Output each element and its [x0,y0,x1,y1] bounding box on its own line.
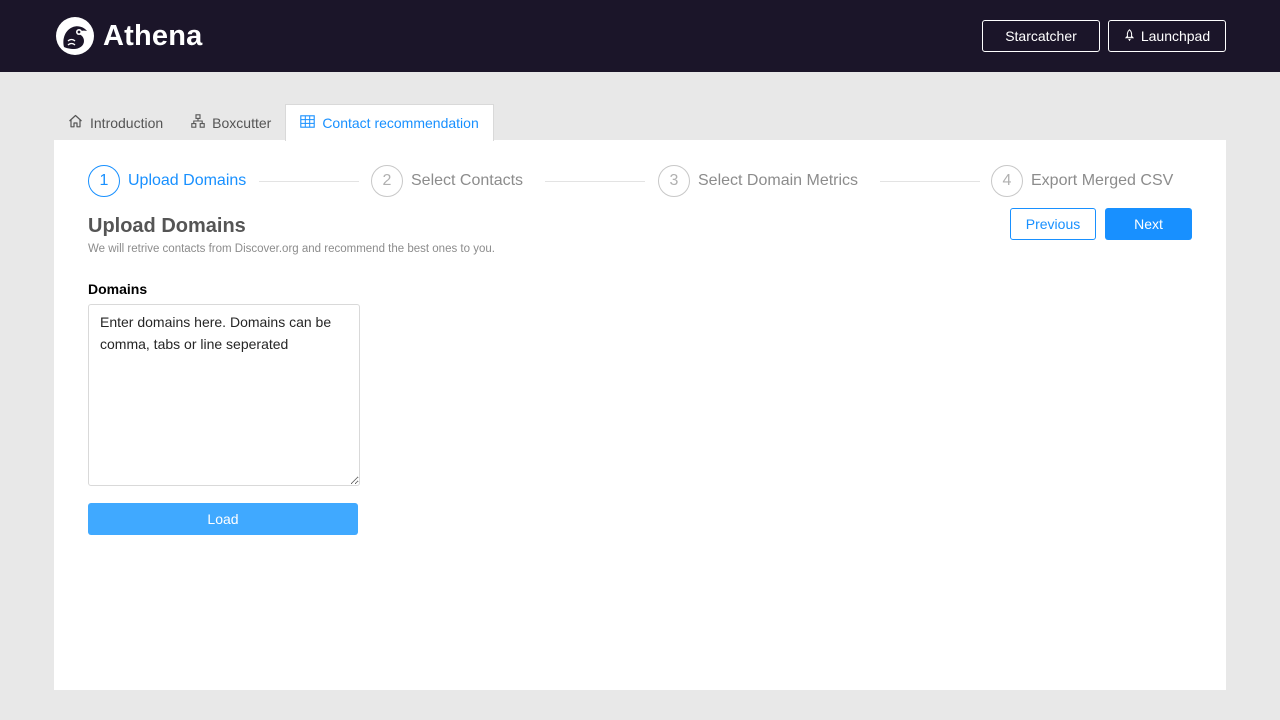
step-connector [545,181,645,182]
content-panel: 1 Upload Domains 2 Select Contacts 3 Sel… [54,140,1226,690]
step-title: Select Domain Metrics [698,172,859,189]
step-connector [259,181,359,182]
load-label: Load [207,511,239,527]
next-button[interactable]: Next [1105,208,1192,240]
starcatcher-button[interactable]: Starcatcher [982,20,1100,52]
launchpad-label: Launchpad [1140,28,1211,44]
tab-introduction[interactable]: Introduction [54,104,177,141]
hierarchy-icon [191,114,212,131]
next-label: Next [1134,216,1163,232]
rocket-icon [1124,28,1141,44]
section-title: Upload Domains [88,215,246,237]
step-title: Select Contacts [411,172,524,189]
table-icon [300,115,322,131]
brand[interactable]: Athena [56,17,203,55]
domains-input[interactable] [88,304,360,486]
step-number: 1 [88,165,120,197]
previous-button[interactable]: Previous [1010,208,1096,240]
top-navigation-bar: Athena Starcatcher Launchpad [0,0,1280,72]
tab-label: Contact recommendation [322,115,479,131]
owl-logo-icon [56,17,94,55]
step-upload-domains[interactable]: 1 Upload Domains [88,165,246,197]
brand-name: Athena [103,19,203,52]
step-title: Export Merged CSV [1031,172,1174,189]
tab-bar: Introduction Boxcutter Contact recommend… [54,104,494,141]
step-number: 2 [371,165,403,197]
tab-label: Boxcutter [212,114,272,131]
tab-boxcutter[interactable]: Boxcutter [177,104,285,141]
starcatcher-label: Starcatcher [1005,28,1077,44]
step-number: 3 [658,165,690,197]
step-title: Upload Domains [128,172,247,189]
section-description: We will retrive contacts from Discover.o… [88,243,495,255]
home-icon [68,114,90,131]
launchpad-button[interactable]: Launchpad [1108,20,1226,52]
step-connector [880,181,980,182]
tab-contact-recommendation[interactable]: Contact recommendation [285,104,494,141]
step-export-merged-csv[interactable]: 4 Export Merged CSV [991,165,1173,197]
previous-label: Previous [1025,216,1081,232]
step-select-domain-metrics[interactable]: 3 Select Domain Metrics [658,165,858,197]
step-number: 4 [991,165,1023,197]
steps-progress: 1 Upload Domains 2 Select Contacts 3 Sel… [88,165,1192,197]
load-button[interactable]: Load [88,503,358,535]
domains-label: Domains [88,281,148,297]
tab-label: Introduction [90,114,164,131]
step-select-contacts[interactable]: 2 Select Contacts [371,165,523,197]
